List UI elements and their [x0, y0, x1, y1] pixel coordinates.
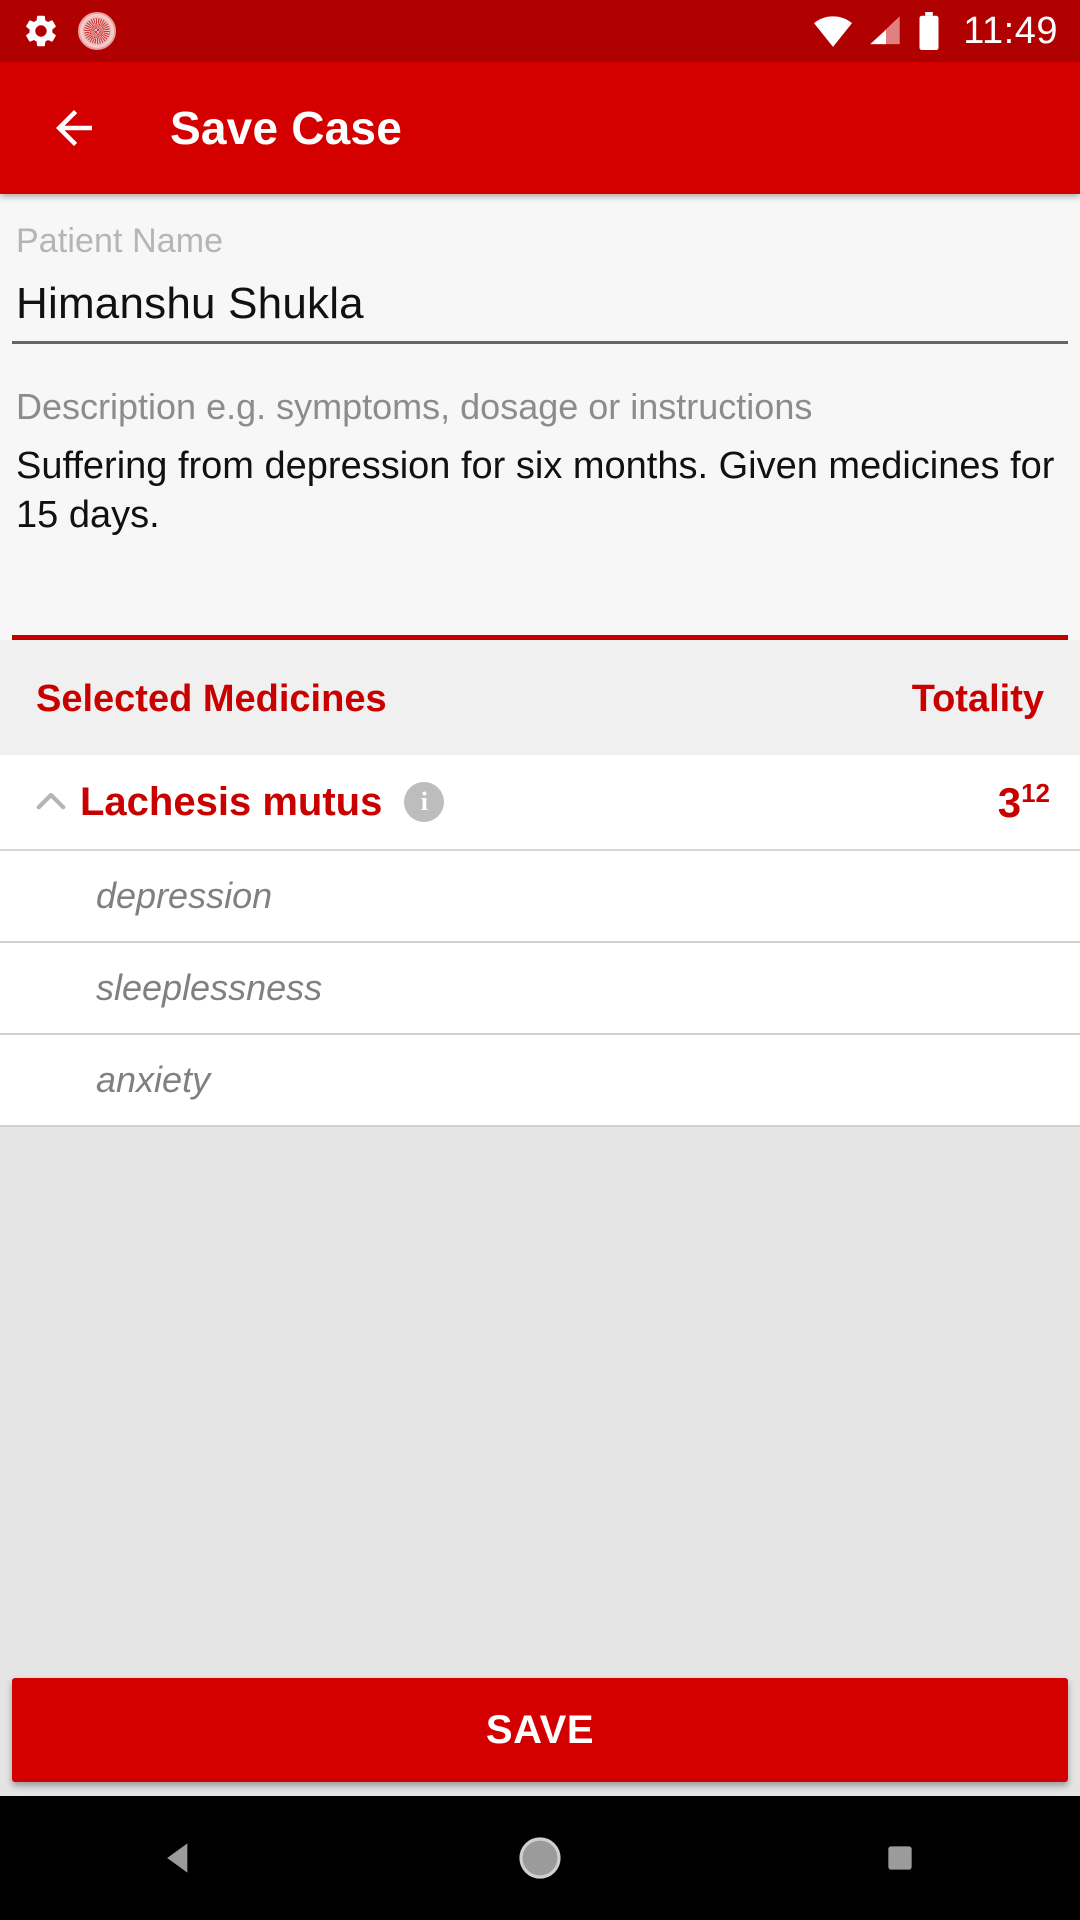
- signal-icon: [867, 14, 903, 48]
- gear-icon: [22, 12, 60, 50]
- medicine-row[interactable]: Lachesis mutus i 312: [0, 755, 1080, 852]
- description-label: Description e.g. symptoms, dosage or ins…: [16, 386, 813, 427]
- description-field[interactable]: Description e.g. symptoms, dosage or ins…: [12, 344, 1068, 641]
- symptom-label: depression: [96, 875, 273, 917]
- medicine-name[interactable]: Lachesis mutus: [80, 780, 382, 825]
- list-item[interactable]: anxiety: [0, 1035, 1080, 1128]
- app-badge-icon: [78, 12, 116, 50]
- totality-base: 3: [997, 778, 1022, 826]
- phone-screen: 11:49 Save Case Patient Name Himanshu Sh…: [0, 0, 1080, 1920]
- medicines-list: Lachesis mutus i 312 depression sleeples…: [0, 755, 1080, 1128]
- save-button[interactable]: SAVE: [12, 1678, 1068, 1782]
- status-bar-right-icons: 11:49: [813, 10, 1058, 53]
- medicines-section-header: Selected Medicines Totality: [0, 640, 1080, 756]
- status-bar: 11:49: [0, 0, 1080, 62]
- nav-recents-icon[interactable]: [840, 1808, 960, 1908]
- app-bar: Save Case: [0, 62, 1080, 194]
- status-bar-clock: 11:49: [963, 9, 1058, 52]
- description-input[interactable]: Suffering from depression for six months…: [12, 428, 1068, 539]
- empty-area: [0, 1127, 1080, 1678]
- symptom-label: anxiety: [96, 1059, 211, 1101]
- arrow-back-icon[interactable]: [44, 98, 104, 158]
- list-item[interactable]: depression: [0, 851, 1080, 944]
- totality-label: Totality: [911, 678, 1044, 721]
- chevron-up-icon[interactable]: [30, 781, 72, 823]
- page-title: Save Case: [170, 102, 402, 154]
- status-bar-left-icons: [22, 12, 116, 50]
- save-button-container: SAVE: [0, 1678, 1080, 1796]
- case-form: Patient Name Himanshu Shukla Description…: [0, 194, 1080, 641]
- list-item[interactable]: sleeplessness: [0, 943, 1080, 1036]
- patient-name-field[interactable]: Patient Name Himanshu Shukla: [12, 194, 1068, 344]
- android-nav-bar: [0, 1796, 1080, 1920]
- battery-icon: [917, 12, 941, 51]
- selected-medicines-label: Selected Medicines: [36, 678, 387, 721]
- patient-name-input[interactable]: Himanshu Shukla: [12, 261, 1068, 341]
- nav-home-icon[interactable]: [480, 1808, 600, 1908]
- nav-back-icon[interactable]: [120, 1808, 240, 1908]
- info-icon[interactable]: i: [404, 782, 445, 823]
- wifi-icon: [813, 14, 853, 48]
- patient-name-label: Patient Name: [16, 222, 224, 260]
- totality-value: 312: [998, 778, 1050, 827]
- totality-superscript: 12: [1021, 777, 1050, 808]
- symptom-label: sleeplessness: [96, 967, 323, 1009]
